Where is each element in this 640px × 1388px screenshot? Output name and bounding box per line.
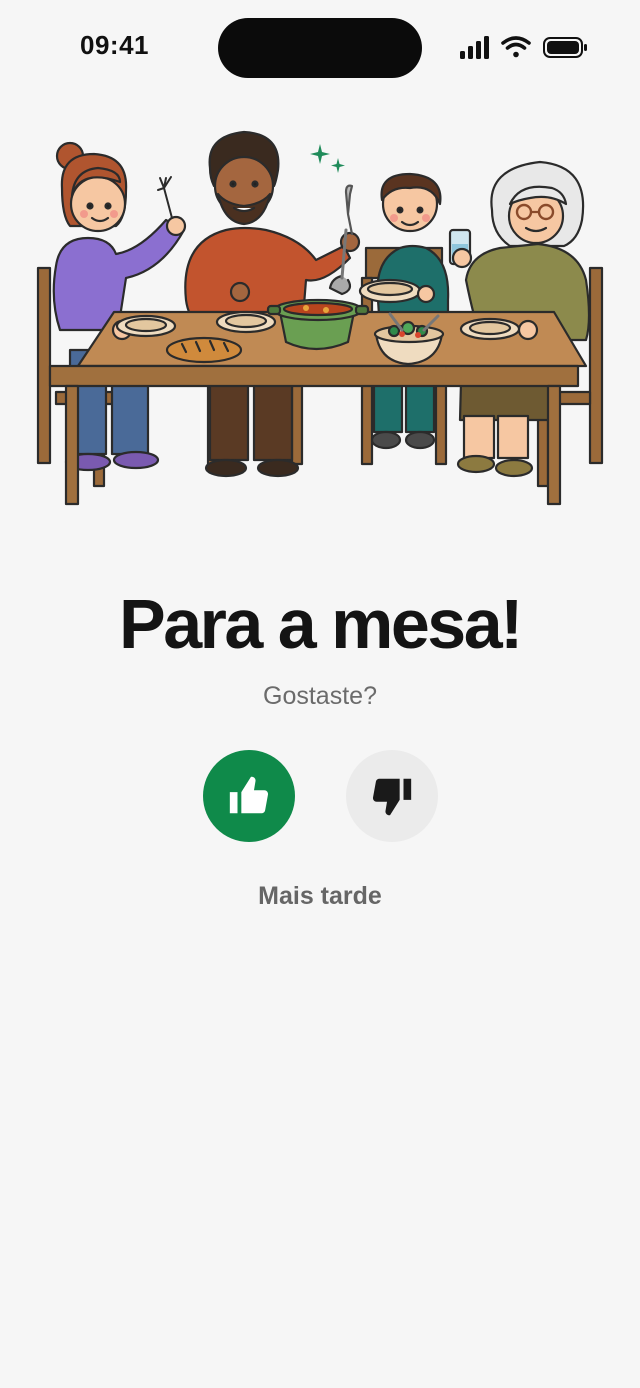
dynamic-island bbox=[218, 18, 422, 78]
page-title: Para a mesa! bbox=[119, 585, 523, 663]
thumbs-up-icon bbox=[229, 776, 269, 814]
like-button[interactable] bbox=[203, 750, 295, 842]
later-button[interactable]: Mais tarde bbox=[0, 880, 640, 912]
wifi-icon bbox=[501, 36, 531, 58]
signal-icon bbox=[460, 36, 489, 59]
status-bar: 09:41 bbox=[0, 0, 640, 100]
battery-icon bbox=[543, 37, 587, 58]
status-icons bbox=[460, 36, 587, 59]
rating-prompt: Gostaste? bbox=[263, 682, 377, 710]
family-dinner-illustration bbox=[36, 130, 604, 506]
status-time: 09:41 bbox=[80, 30, 149, 60]
thumbs-down-icon bbox=[372, 778, 412, 816]
dislike-button[interactable] bbox=[346, 750, 438, 842]
